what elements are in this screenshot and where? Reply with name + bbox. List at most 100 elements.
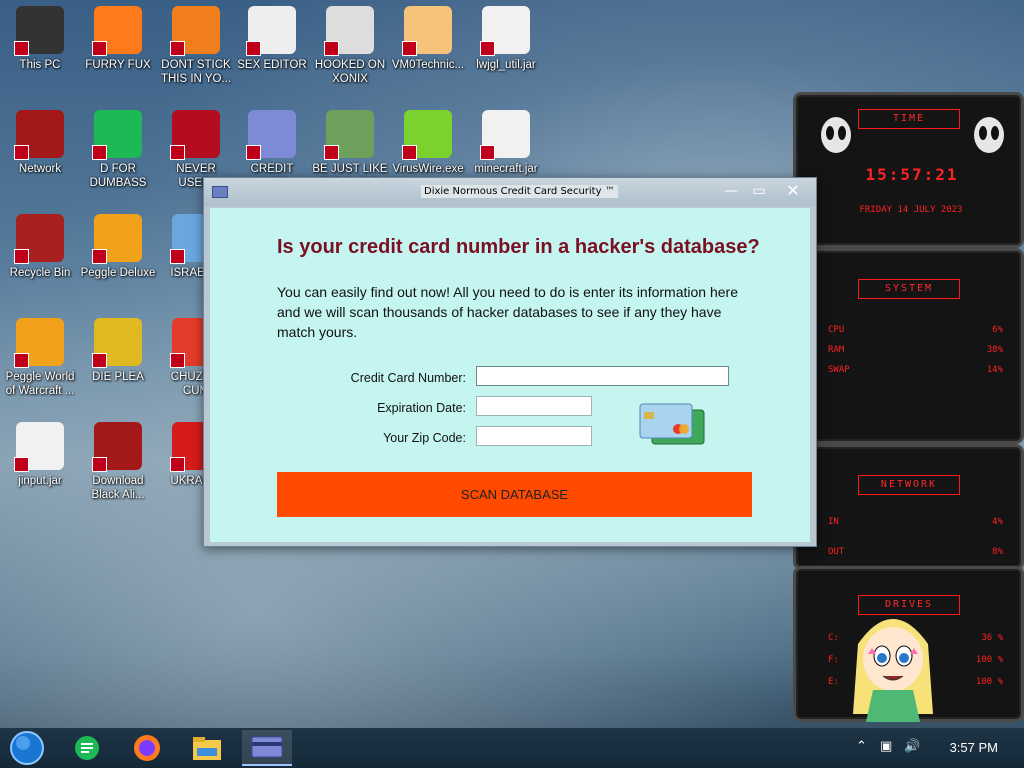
alien-head-icon (974, 117, 1004, 153)
desktop-icon[interactable]: HOOKED ON XONIX (312, 6, 388, 86)
expiration-date-input[interactable] (476, 396, 592, 416)
taskbar-notes-button[interactable] (62, 730, 112, 766)
card-number-label: Credit Card Number: (350, 371, 466, 385)
network-gadget-title: NETWORK (858, 475, 960, 495)
peggle-icon (92, 214, 142, 264)
dialog-description: You can easily find out now! All you nee… (277, 284, 738, 340)
java-icon (480, 110, 530, 160)
file-explorer-icon (193, 737, 221, 760)
system-gadget-title: SYSTEM (858, 279, 960, 299)
desktop-icon[interactable]: Peggle World of Warcraft ... (2, 318, 78, 398)
desktop-icon[interactable]: Download Black Ali... (80, 422, 156, 502)
credit-cards-icon (639, 403, 705, 445)
start-button[interactable] (2, 730, 52, 766)
shortcut-badge-icon (324, 145, 339, 160)
desktop-icon-label: lwjgl_util.jar (476, 59, 536, 71)
desktop-icon-label: VM0Technic... (391, 59, 465, 71)
maximize-button[interactable]: ▭ (748, 182, 770, 200)
desktop-icon-label: FURRY FUX (85, 59, 151, 71)
shortcut-badge-icon (170, 353, 185, 368)
shortcut-badge-icon (170, 145, 185, 160)
desktop-icon[interactable]: Peggle Deluxe (80, 214, 156, 280)
desktop-icon[interactable]: jinput.jar (2, 422, 78, 488)
desktop-icon[interactable]: VirusWire.exe (390, 110, 466, 176)
desktop-icon[interactable]: Network (2, 110, 78, 176)
network-gadget: NETWORK IN 4% OUT 8% (793, 444, 1024, 570)
window-title: Dixie Normous Credit Card Security ™ (421, 185, 618, 198)
network-icon (14, 110, 64, 160)
desktop-icon-label: D FOR DUMBASS (89, 163, 147, 189)
shortcut-badge-icon (14, 353, 29, 368)
desktop-icon[interactable]: DIE PLEA (80, 318, 156, 384)
taskbar-firefox-button[interactable] (122, 730, 172, 766)
desktop-icon[interactable]: minecraft.jar (468, 110, 544, 176)
alien-icon (92, 422, 142, 472)
network-row: OUT 8% (828, 547, 1003, 557)
computer-icon (14, 6, 64, 56)
zip-code-label: Your Zip Code: (383, 431, 466, 445)
credit-card-security-window: Dixie Normous Credit Card Security ™ — ▭… (203, 177, 817, 547)
hxd-icon (246, 6, 296, 56)
system-row: CPU 6% (828, 325, 1003, 335)
shortcut-badge-icon (402, 41, 417, 56)
shortcut-badge-icon (14, 41, 29, 56)
app-card-icon (212, 186, 228, 198)
shortcut-badge-icon (92, 457, 107, 472)
system-gadget: SYSTEM CPU 6% RAM 38% SWAP 14% (793, 248, 1024, 444)
tray-chevron-up-icon[interactable]: ⌃ (856, 739, 867, 754)
desktop-icon[interactable]: FURRY FUX (80, 6, 156, 72)
desktop-icon[interactable]: This PC (2, 6, 78, 72)
desktop-icon[interactable]: DONT STICK THIS IN YO... (158, 6, 234, 86)
card-number-input[interactable] (476, 366, 729, 386)
peggle-icon (14, 318, 64, 368)
system-row: RAM 38% (828, 345, 1003, 355)
shortcut-badge-icon (92, 41, 107, 56)
desktop-icon-label: DIE PLEA (92, 371, 144, 383)
doctor-icon (402, 6, 452, 56)
expiration-date-label: Expiration Date: (377, 401, 466, 415)
desktop-icon-label: SEX EDITOR (237, 59, 307, 71)
system-row: SWAP 14% (828, 365, 1003, 375)
shortcut-badge-icon (170, 41, 185, 56)
taskbar: ⌃ ▣ 🔊 3:57 PM (0, 728, 1024, 768)
desktop-icon-label: Network (18, 163, 62, 175)
shortcut-badge-icon (14, 249, 29, 264)
dialog-content: Is your credit card number in a hacker's… (210, 208, 810, 542)
alien-head-icon (821, 117, 851, 153)
tray-network-icon[interactable]: ▣ (880, 739, 892, 754)
dialog-heading: Is your credit card number in a hacker's… (277, 236, 760, 258)
lime-icon (402, 110, 452, 160)
window-titlebar[interactable]: Dixie Normous Credit Card Security ™ — ▭… (204, 178, 816, 206)
desktop-icon[interactable]: Recycle Bin (2, 214, 78, 280)
devcpp-icon (170, 110, 220, 160)
desktop-icon-label: Download Black Ali... (91, 475, 145, 501)
desktop-icon-label: Peggle Deluxe (80, 267, 156, 279)
firefox-icon (134, 735, 160, 761)
desktop-icon[interactable]: SEX EDITOR (234, 6, 310, 72)
shortcut-badge-icon (92, 145, 107, 160)
desktop-icon[interactable]: VM0Technic... (390, 6, 466, 72)
java-icon (480, 6, 530, 56)
credit-card-icon (246, 110, 296, 160)
time-gadget-title: TIME (858, 109, 960, 129)
desktop-icon[interactable]: D FOR DUMBASS (80, 110, 156, 190)
shortcut-badge-icon (480, 145, 495, 160)
time-gadget: TIME 15:57:21 FRIDAY 14 JULY 2023 (793, 92, 1024, 248)
taskbar-credit-card-checker-button[interactable] (242, 730, 292, 766)
tray-volume-icon[interactable]: 🔊 (904, 739, 920, 754)
taskbar-file-explorer-button[interactable] (182, 730, 232, 766)
shortcut-badge-icon (170, 249, 185, 264)
desktop-icon-label: Recycle Bin (9, 267, 71, 279)
dwarf-icon (324, 110, 374, 160)
scan-database-button[interactable]: SCAN DATABASE (277, 472, 752, 517)
close-button[interactable]: ✕ (782, 182, 804, 200)
desktop-icon[interactable]: lwjgl_util.jar (468, 6, 544, 72)
shortcut-badge-icon (324, 41, 339, 56)
taskbar-clock[interactable]: 3:57 PM (950, 740, 998, 755)
cartoon-character-icon (853, 619, 933, 722)
zip-code-input[interactable] (476, 426, 592, 446)
d-icon (92, 110, 142, 160)
notes-icon (75, 736, 99, 760)
desktop-icon-label: Peggle World of Warcraft ... (5, 371, 75, 397)
minimize-button[interactable]: — (720, 182, 742, 200)
